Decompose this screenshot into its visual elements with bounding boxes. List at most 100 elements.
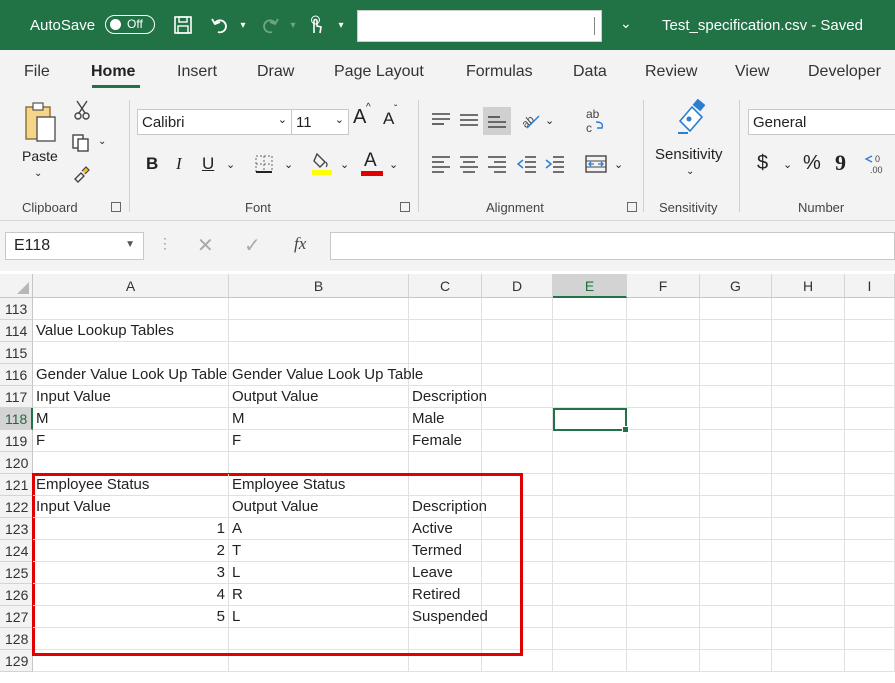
cell-g113[interactable]: [700, 298, 772, 320]
save-icon[interactable]: [172, 14, 194, 36]
tab-view[interactable]: View: [735, 63, 769, 81]
cell-a119[interactable]: F: [33, 430, 229, 452]
sensitivity-dropdown-icon[interactable]: ⌄: [686, 166, 694, 177]
tab-draw[interactable]: Draw: [257, 63, 294, 81]
cell-e113[interactable]: [553, 298, 627, 320]
cell-i127[interactable]: [845, 606, 895, 628]
cell-h122[interactable]: [772, 496, 845, 518]
cell-h129[interactable]: [772, 650, 845, 672]
orientation-dropdown-icon[interactable]: ⌄: [545, 114, 554, 127]
cell-c119[interactable]: Female: [409, 430, 482, 452]
cell-f121[interactable]: [627, 474, 700, 496]
cell-a120[interactable]: [33, 452, 229, 474]
row-header-114[interactable]: 114: [0, 320, 33, 342]
percent-button[interactable]: %: [803, 152, 821, 175]
cell-g117[interactable]: [700, 386, 772, 408]
cell-e127[interactable]: [553, 606, 627, 628]
cell-d119[interactable]: [482, 430, 553, 452]
paste-dropdown-icon[interactable]: ⌄: [34, 168, 42, 179]
number-format-select[interactable]: General: [748, 109, 895, 135]
row-header-125[interactable]: 125: [0, 562, 33, 584]
cell-h120[interactable]: [772, 452, 845, 474]
insert-function-button[interactable]: fx: [294, 234, 306, 254]
cell-c118[interactable]: Male: [409, 408, 482, 430]
title-menu-caret-icon[interactable]: ⌄: [620, 15, 632, 32]
cell-b119[interactable]: F: [229, 430, 409, 452]
row-header-122[interactable]: 122: [0, 496, 33, 518]
increase-decimal-icon[interactable]: 0.00: [864, 152, 890, 176]
alignment-launcher-icon[interactable]: [627, 202, 637, 212]
cell-h125[interactable]: [772, 562, 845, 584]
cell-d117[interactable]: [482, 386, 553, 408]
cell-d120[interactable]: [482, 452, 553, 474]
row-header-123[interactable]: 123: [0, 518, 33, 540]
font-color-dropdown-icon[interactable]: ⌄: [389, 158, 398, 171]
tab-file[interactable]: File: [24, 63, 50, 81]
cell-c117[interactable]: Description: [409, 386, 487, 408]
currency-button[interactable]: $: [757, 152, 768, 175]
cell-i126[interactable]: [845, 584, 895, 606]
wrap-text-icon[interactable]: ab c: [584, 106, 608, 136]
cell-b118[interactable]: M: [229, 408, 409, 430]
sensitivity-icon[interactable]: [673, 98, 711, 138]
cell-c113[interactable]: [409, 298, 482, 320]
touch-mode-icon[interactable]: [305, 14, 327, 36]
cell-h113[interactable]: [772, 298, 845, 320]
cell-g116[interactable]: [700, 364, 772, 386]
cell-a127[interactable]: 5: [33, 606, 229, 628]
middle-align-icon[interactable]: [458, 110, 480, 130]
search-box[interactable]: [357, 10, 602, 42]
cell-c116[interactable]: [409, 364, 482, 386]
row-header-120[interactable]: 120: [0, 452, 33, 474]
font-launcher-icon[interactable]: [400, 202, 410, 212]
column-header-i[interactable]: I: [845, 274, 895, 298]
cell-f120[interactable]: [627, 452, 700, 474]
cell-f119[interactable]: [627, 430, 700, 452]
font-name-select[interactable]: Calibri ⌄: [137, 109, 292, 135]
copy-icon[interactable]: [70, 132, 92, 154]
cell-e117[interactable]: [553, 386, 627, 408]
cell-a118[interactable]: M: [33, 408, 229, 430]
align-left-icon[interactable]: [430, 154, 452, 174]
column-header-c[interactable]: C: [409, 274, 482, 298]
tab-data[interactable]: Data: [573, 63, 607, 81]
underline-button[interactable]: U: [202, 154, 214, 174]
cell-f117[interactable]: [627, 386, 700, 408]
cell-b117[interactable]: Output Value: [229, 386, 409, 408]
bottom-align-icon[interactable]: [483, 107, 511, 135]
cell-a116[interactable]: Gender Value Look Up Table: [33, 364, 229, 386]
cell-f123[interactable]: [627, 518, 700, 540]
cell-f114[interactable]: [627, 320, 700, 342]
cell-h121[interactable]: [772, 474, 845, 496]
cell-i125[interactable]: [845, 562, 895, 584]
currency-dropdown-icon[interactable]: ⌄: [783, 158, 792, 171]
cell-g126[interactable]: [700, 584, 772, 606]
font-size-select[interactable]: 11 ⌄: [291, 109, 349, 135]
cell-g120[interactable]: [700, 452, 772, 474]
customize-qat-icon[interactable]: ▾: [330, 14, 352, 36]
autosave-toggle[interactable]: Off: [105, 15, 155, 34]
select-all-button[interactable]: [0, 274, 33, 298]
row-header-128[interactable]: 128: [0, 628, 33, 650]
column-header-b[interactable]: B: [229, 274, 409, 298]
row-header-116[interactable]: 116: [0, 364, 33, 386]
cell-h119[interactable]: [772, 430, 845, 452]
cell-b115[interactable]: [229, 342, 409, 364]
cell-f113[interactable]: [627, 298, 700, 320]
cell-h123[interactable]: [772, 518, 845, 540]
cell-f115[interactable]: [627, 342, 700, 364]
decrease-indent-icon[interactable]: [516, 154, 538, 174]
cell-i117[interactable]: [845, 386, 895, 408]
decrease-font-icon[interactable]: A: [383, 109, 394, 129]
sensitivity-button-label[interactable]: Sensitivity: [655, 146, 723, 163]
row-header-115[interactable]: 115: [0, 342, 33, 364]
undo-icon[interactable]: [209, 14, 231, 36]
align-right-icon[interactable]: [486, 154, 508, 174]
cell-e115[interactable]: [553, 342, 627, 364]
column-header-e[interactable]: E: [553, 274, 627, 298]
cell-i119[interactable]: [845, 430, 895, 452]
cell-g115[interactable]: [700, 342, 772, 364]
cell-e125[interactable]: [553, 562, 627, 584]
cell-g127[interactable]: [700, 606, 772, 628]
row-header-113[interactable]: 113: [0, 298, 33, 320]
